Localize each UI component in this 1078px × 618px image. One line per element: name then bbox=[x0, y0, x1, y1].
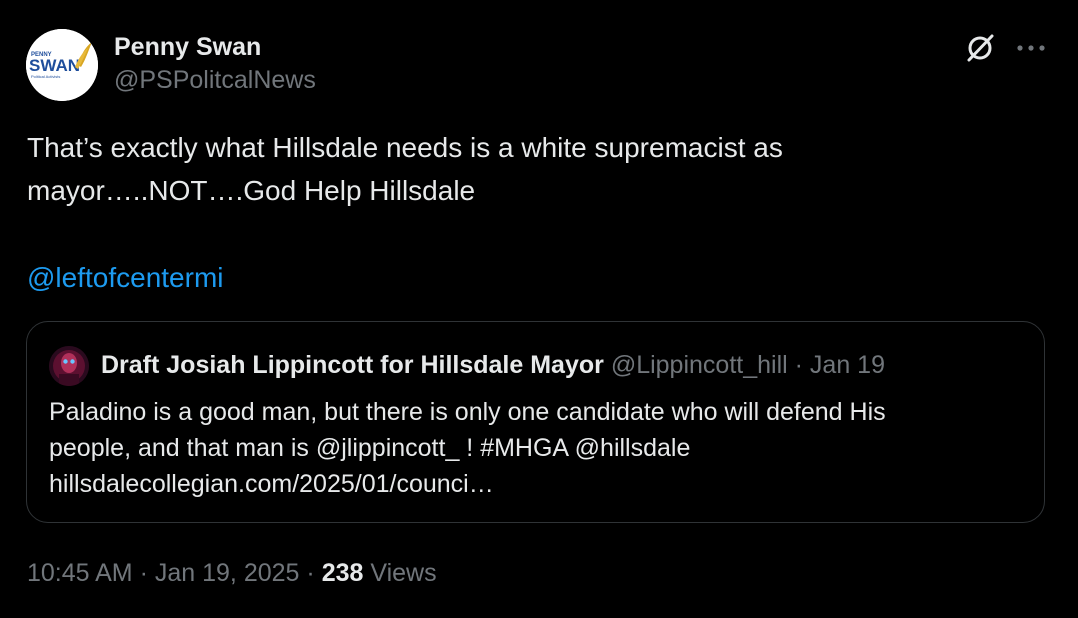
author-display-name[interactable]: Penny Swan bbox=[114, 31, 316, 63]
author-avatar[interactable]: PENNY SWAN Political Activists bbox=[26, 29, 98, 101]
tweet-meta: 10:45 AM · Jan 19, 2025 · 238 Views bbox=[27, 555, 437, 591]
quote-avatar[interactable] bbox=[49, 346, 89, 386]
meta-separator: · bbox=[139, 559, 148, 587]
avatar-text-main: SWAN bbox=[29, 56, 80, 75]
quote-date: Jan 19 bbox=[809, 351, 885, 379]
quote-tweet-card[interactable]: Draft Josiah Lippincott for Hillsdale Ma… bbox=[26, 321, 1045, 523]
quote-separator: · bbox=[794, 351, 803, 379]
meta-separator: · bbox=[306, 559, 315, 587]
tweet-text: That’s exactly what Hillsdale needs is a… bbox=[27, 126, 1027, 212]
quote-body: Paladino is a good man, but there is onl… bbox=[49, 394, 1029, 502]
tweet-text-line: mayor…..NOT….God Help Hillsdale bbox=[27, 175, 476, 206]
more-options-icon[interactable] bbox=[1014, 34, 1048, 62]
quote-body-line: people, and that man is @jlippincott_ ! … bbox=[49, 434, 691, 462]
tweet: PENNY SWAN Political Activists Penny Swa… bbox=[0, 0, 1078, 618]
tweet-mention-link[interactable]: @leftofcentermi bbox=[27, 256, 224, 299]
tweet-date[interactable]: Jan 19, 2025 bbox=[155, 559, 300, 587]
avatar-text-sub: Political Activists bbox=[31, 74, 60, 79]
tweet-time[interactable]: 10:45 AM bbox=[27, 559, 133, 587]
tweet-text-line: That’s exactly what Hillsdale needs is a… bbox=[27, 132, 783, 163]
quote-header: Draft Josiah Lippincott for Hillsdale Ma… bbox=[101, 347, 885, 383]
author-handle[interactable]: @PSPolitcalNews bbox=[114, 63, 316, 97]
quote-author-name: Draft Josiah Lippincott for Hillsdale Ma… bbox=[101, 351, 604, 379]
author-info: Penny Swan @PSPolitcalNews bbox=[114, 31, 316, 97]
avatar-logo: PENNY SWAN Political Activists bbox=[26, 29, 98, 101]
views-label: Views bbox=[370, 559, 437, 587]
grok-icon[interactable] bbox=[962, 30, 998, 66]
quote-body-line: Paladino is a good man, but there is onl… bbox=[49, 398, 886, 426]
views-count: 238 bbox=[321, 559, 364, 587]
quote-author-handle: @Lippincott_hill bbox=[610, 351, 788, 379]
quote-body-line: hillsdalecollegian.com/2025/01/counci… bbox=[49, 470, 494, 498]
